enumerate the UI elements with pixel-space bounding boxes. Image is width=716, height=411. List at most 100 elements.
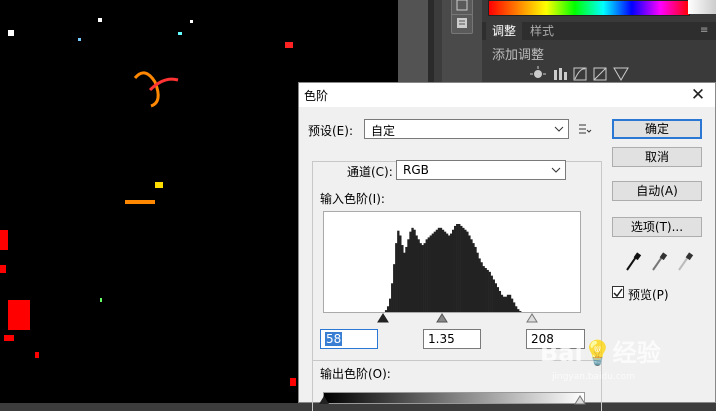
histogram-bar [411,227,414,312]
histogram-bar [470,239,473,312]
histogram-bar [427,237,430,312]
histogram-bar [519,311,522,312]
histogram-bar [439,227,443,312]
histogram-bar [425,239,428,312]
histogram-bar [478,258,481,312]
preview-label[interactable]: 预览(P) [628,286,669,303]
histogram-bar [447,235,451,312]
dialog-title: 色阶 [304,89,329,103]
close-button[interactable]: ✕ [687,84,709,106]
panel-tabs: 调整 样式 ≡ [482,22,716,40]
watermark-url: jingyan.baidu.com [552,372,636,382]
histogram-bar [399,235,402,312]
histogram-bar [452,229,455,312]
histogram-bar [391,283,394,312]
histogram-bar [407,239,410,312]
histogram-bar [514,306,518,312]
histogram-bar [397,230,400,312]
input-gamma-slider[interactable] [436,313,448,323]
input-black-field[interactable]: 58 [320,329,378,349]
ok-button[interactable]: 确定 [612,119,702,139]
histogram-bar [449,233,453,312]
histogram-bar [429,235,432,312]
preset-options-icon[interactable] [578,123,592,135]
histogram-bar [454,225,457,312]
gray-eyedropper-icon[interactable] [650,251,668,273]
histogram-bar [494,283,497,312]
chevron-down-icon [551,167,561,173]
histogram-bar [423,243,426,312]
histogram-bar [384,310,388,312]
histogram-bar [502,296,506,312]
watermark-logo: Bai💡经验 [540,339,661,367]
histogram-bar [445,233,449,312]
adjustment-icons-row [530,66,629,81]
document-icon [457,18,467,28]
notes-panel-button[interactable] [451,14,473,34]
input-levels-label: 输入色阶(I): [320,192,385,206]
sparse-highlights [0,18,296,386]
histogram-bar [504,296,508,312]
output-sliders [319,395,586,405]
histogram-bar [413,229,416,312]
dialog-titlebar[interactable]: 色阶 ✕ [299,83,715,107]
channel-label: 通道(C): [345,163,395,180]
histogram-bar [500,294,504,312]
histogram-bar [468,235,471,312]
histogram-bar [389,298,392,312]
input-gamma-field[interactable]: 1.35 [423,329,481,349]
histogram-bar [437,227,441,312]
histogram-bar [482,266,485,312]
white-eyedropper-icon[interactable] [676,251,694,273]
histogram-bar [403,252,406,312]
histogram-bar [466,231,469,312]
exposure-icon[interactable] [593,67,607,81]
histogram-bar [458,224,461,312]
levels-icon[interactable] [554,68,567,80]
input-white-slider[interactable] [526,313,538,323]
preview-checkbox[interactable] [612,286,624,298]
input-sliders [377,313,538,323]
histogram-bar [386,306,390,312]
options-button[interactable]: 选项(T)... [612,217,702,237]
histogram [323,211,581,313]
gradient-icon[interactable] [613,67,629,81]
histogram-bar [512,302,516,312]
histogram-bar [517,309,520,312]
histogram-bar [433,231,437,312]
tab-adjustments[interactable]: 调整 [486,22,523,40]
add-adjustment-heading: 添加调整 [492,48,545,63]
tab-styles[interactable]: 样式 [524,22,560,40]
histogram-bar [476,252,479,312]
histogram-bar [490,275,493,312]
histogram-bar [496,287,500,312]
histogram-plot [384,224,522,312]
histogram-bar [393,264,396,312]
panel-menu-icon[interactable]: ≡ [700,25,708,36]
histogram-bar [421,245,424,312]
black-eyedropper-icon[interactable] [624,251,642,273]
square-icon [456,0,468,11]
input-black-slider[interactable] [377,313,389,323]
brightness-icon[interactable] [530,66,546,78]
histogram-bar [456,224,459,312]
histogram-bar [441,229,445,312]
histogram-bar [488,271,491,312]
histogram-bar [480,262,483,312]
preset-select[interactable]: 自定 [364,119,569,139]
color-spectrum[interactable] [488,0,690,16]
curves-icon[interactable] [573,67,587,81]
histogram-bar [419,243,422,312]
histogram-bar [472,243,475,312]
auto-button[interactable]: 自动(A) [612,181,702,201]
histogram-bar [486,269,489,312]
histogram-bar [395,243,398,312]
histogram-bar [405,246,408,312]
histogram-bar [401,245,404,312]
channel-select[interactable]: RGB [396,160,566,180]
color-spectrum-grayscale[interactable] [688,0,716,14]
preset-value: 自定 [371,124,396,138]
cancel-button[interactable]: 取消 [612,147,702,167]
histogram-bar [464,229,467,312]
preset-label: 预设(E): [308,124,353,138]
